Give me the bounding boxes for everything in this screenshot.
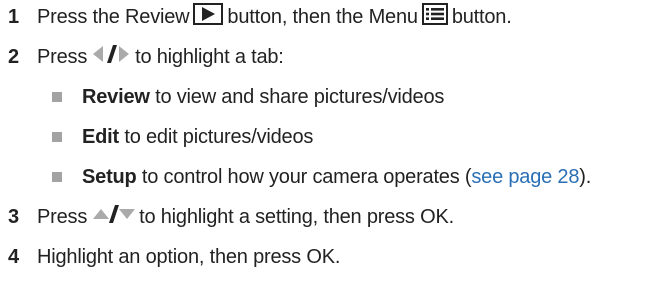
step-text: Press	[37, 205, 88, 228]
review-play-button-icon	[193, 3, 224, 31]
tab-description: to control how your camera operates (	[141, 165, 472, 188]
tab-name: Edit	[82, 125, 119, 148]
step-text: to highlight a setting, then press OK.	[139, 205, 454, 228]
step-number: 1	[8, 5, 19, 28]
bullet-square	[52, 132, 62, 142]
up-down-arrows-icon	[91, 203, 136, 231]
bullet-square	[52, 172, 62, 182]
page-reference-link[interactable]: see page 28	[471, 166, 579, 189]
step-text: to highlight a tab:	[135, 45, 284, 68]
step-text: Press the Review	[37, 5, 190, 28]
step-text: Press	[37, 45, 88, 68]
step-number: 3	[8, 205, 19, 228]
tab-description: to edit pictures/videos	[124, 125, 314, 148]
step-text: Highlight an option, then press OK.	[37, 245, 341, 268]
tab-name: Review	[82, 85, 150, 108]
menu-button-icon	[421, 3, 448, 31]
bullet-square	[52, 92, 62, 102]
left-right-arrows-icon	[91, 43, 131, 71]
tab-description: to view and share pictures/videos	[155, 85, 445, 108]
step-text: button.	[451, 5, 512, 28]
step-number: 2	[8, 45, 19, 68]
tab-name: Setup	[82, 165, 137, 188]
step-number: 4	[8, 245, 19, 268]
tab-description-end: ).	[579, 165, 592, 188]
step-text: button, then the Menu	[227, 5, 418, 28]
